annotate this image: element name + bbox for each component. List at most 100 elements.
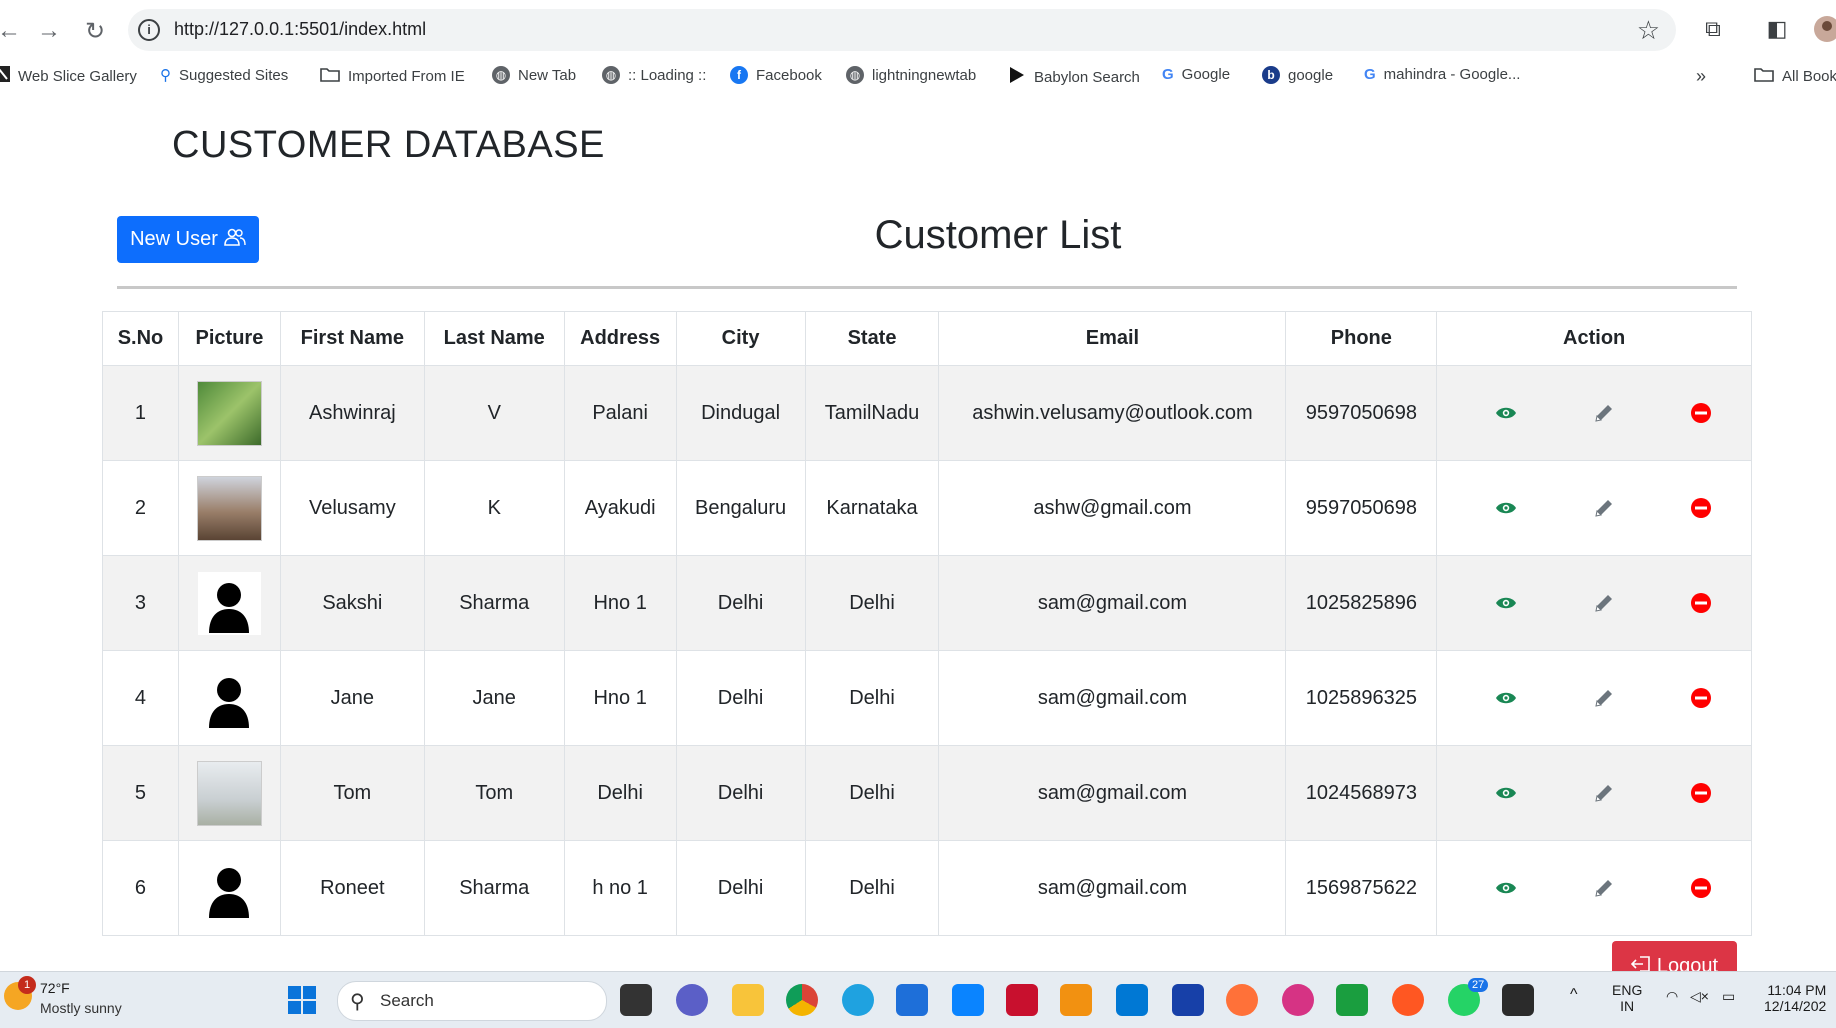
edit-pencil-icon[interactable] (1591, 495, 1617, 521)
w-app-icon[interactable] (1282, 984, 1314, 1016)
cell-last-name: Sharma (423, 555, 565, 651)
edit-pencil-icon[interactable] (1591, 875, 1617, 901)
l-app-icon[interactable] (1172, 984, 1204, 1016)
terminal-icon[interactable] (1502, 984, 1534, 1016)
bookmark-new-tab[interactable]: ◍ New Tab (492, 66, 576, 84)
cell-email: sam@gmail.com (938, 745, 1287, 841)
customer-photo (196, 380, 262, 446)
web-slice-icon (0, 66, 10, 86)
postman-icon[interactable] (1392, 984, 1424, 1016)
edit-pencil-icon[interactable] (1591, 400, 1617, 426)
task-view-icon[interactable] (620, 984, 652, 1016)
address-url[interactable]: http://127.0.0.1:5501/index.html (174, 19, 426, 40)
bookmark-lightningnewtab[interactable]: ◍ lightningnewtab (846, 66, 976, 84)
view-eye-icon[interactable] (1493, 400, 1519, 426)
cell-sno: 6 (102, 840, 179, 936)
whatsapp-icon[interactable]: 27 (1448, 978, 1489, 1016)
delete-minus-icon[interactable] (1688, 780, 1714, 806)
globe-icon: ◍ (846, 66, 864, 84)
edit-pencil-icon[interactable] (1591, 590, 1617, 616)
view-eye-icon[interactable] (1493, 685, 1519, 711)
cell-last-name: Jane (423, 650, 565, 746)
firefox-icon[interactable] (1226, 984, 1258, 1016)
weather-badge: 1 (18, 976, 36, 994)
browser-toolbar: ← → ↻ i http://127.0.0.1:5501/index.html… (0, 0, 1836, 60)
bookmark-web-slice-gallery[interactable]: Web Slice Gallery (0, 66, 137, 86)
tray-chevron-icon[interactable]: ^ (1570, 986, 1578, 1004)
windows-start-icon[interactable] (286, 984, 318, 1016)
cell-address: Hno 1 (563, 555, 677, 651)
view-eye-icon[interactable] (1493, 495, 1519, 521)
teams-chat-icon[interactable] (676, 984, 708, 1016)
header-city: City (675, 311, 806, 366)
side-panel-icon[interactable]: ◧ (1762, 14, 1792, 44)
customer-photo (196, 760, 262, 826)
language-indicator[interactable]: ENG IN (1612, 982, 1642, 1014)
customer-table: S.No Picture First Name Last Name Addres… (102, 311, 1752, 936)
view-eye-icon[interactable] (1493, 780, 1519, 806)
battery-icon[interactable]: ▭ (1722, 988, 1735, 1005)
file-explorer-icon[interactable] (732, 984, 764, 1016)
address-bar[interactable]: i http://127.0.0.1:5501/index.html ☆ (128, 9, 1676, 51)
cell-picture (177, 460, 281, 556)
delete-minus-icon[interactable] (1688, 400, 1714, 426)
site-info-icon[interactable]: i (138, 19, 160, 41)
mcafee-icon[interactable] (1006, 984, 1038, 1016)
back-arrow-icon[interactable]: ← (0, 14, 26, 48)
wifi-icon[interactable]: ◠ (1666, 988, 1678, 1005)
bookmark-loading[interactable]: ◍ :: Loading :: (602, 66, 706, 84)
bookmark-babylon-search[interactable]: Babylon Search (1008, 66, 1140, 88)
delete-minus-icon[interactable] (1688, 875, 1714, 901)
delete-minus-icon[interactable] (1688, 590, 1714, 616)
cell-actions (1436, 650, 1752, 746)
extensions-icon[interactable]: ⧉ (1698, 14, 1728, 44)
bookmark-imported-from-ie[interactable]: Imported From IE (320, 66, 465, 86)
clock-date: 12/14/202 (1764, 998, 1827, 1014)
reload-icon[interactable]: ↻ (78, 14, 112, 48)
cell-city: Delhi (675, 840, 806, 936)
chrome-icon[interactable] (786, 984, 818, 1016)
cell-email: sam@gmail.com (938, 840, 1287, 936)
cell-sno: 5 (102, 745, 179, 841)
cell-state: Delhi (804, 650, 940, 746)
search-icon: ⚲ (160, 67, 171, 84)
babylon-icon (1008, 66, 1026, 88)
cell-phone: 9597050698 (1285, 460, 1438, 556)
bookmark-google[interactable]: G Google (1162, 66, 1230, 83)
messages-icon[interactable] (1336, 984, 1368, 1016)
more-bookmarks-chevron-icon[interactable]: » (1696, 66, 1706, 87)
delete-minus-icon[interactable] (1688, 495, 1714, 521)
bookmark-suggested-sites[interactable]: ⚲ Suggested Sites (160, 66, 288, 85)
edit-pencil-icon[interactable] (1591, 780, 1617, 806)
edit-pencil-icon[interactable] (1591, 685, 1617, 711)
bookmark-google-lower[interactable]: b google (1262, 66, 1333, 84)
edge-icon[interactable] (842, 984, 874, 1016)
page-title: CUSTOMER DATABASE (172, 124, 605, 166)
volume-icon[interactable]: ◁× (1690, 988, 1709, 1005)
cell-last-name: Sharma (423, 840, 565, 936)
cell-address: h no 1 (563, 840, 677, 936)
bookmark-all-bookmarks[interactable]: All Book (1754, 66, 1836, 86)
alexa-icon[interactable] (952, 984, 984, 1016)
vscode-icon[interactable] (1116, 984, 1148, 1016)
cell-phone: 1024568973 (1285, 745, 1438, 841)
table-row: 1 Ashwinraj V Palani Dindugal TamilNadu ashwin… (102, 365, 1752, 461)
cell-state: TamilNadu (804, 365, 940, 461)
store-icon[interactable] (896, 984, 928, 1016)
delete-minus-icon[interactable] (1688, 685, 1714, 711)
clock[interactable]: 11:04 PM 12/14/202 (1764, 982, 1826, 1014)
view-eye-icon[interactable] (1493, 875, 1519, 901)
sublime-icon[interactable] (1060, 984, 1092, 1016)
profile-avatar[interactable] (1812, 14, 1836, 44)
customer-list-heading: Customer List (874, 213, 1122, 257)
taskbar-search[interactable]: ⚲ Search (337, 981, 607, 1021)
folder-icon (320, 66, 340, 86)
cell-address: Delhi (563, 745, 677, 841)
bookmark-mahindra[interactable]: G mahindra - Google... (1364, 66, 1520, 83)
globe-icon: ◍ (492, 66, 510, 84)
bookmark-star-icon[interactable]: ☆ (1637, 15, 1660, 46)
bookmark-facebook[interactable]: f Facebook (730, 66, 822, 84)
cell-email: sam@gmail.com (938, 555, 1287, 651)
forward-arrow-icon[interactable]: → (32, 14, 66, 48)
view-eye-icon[interactable] (1493, 590, 1519, 616)
